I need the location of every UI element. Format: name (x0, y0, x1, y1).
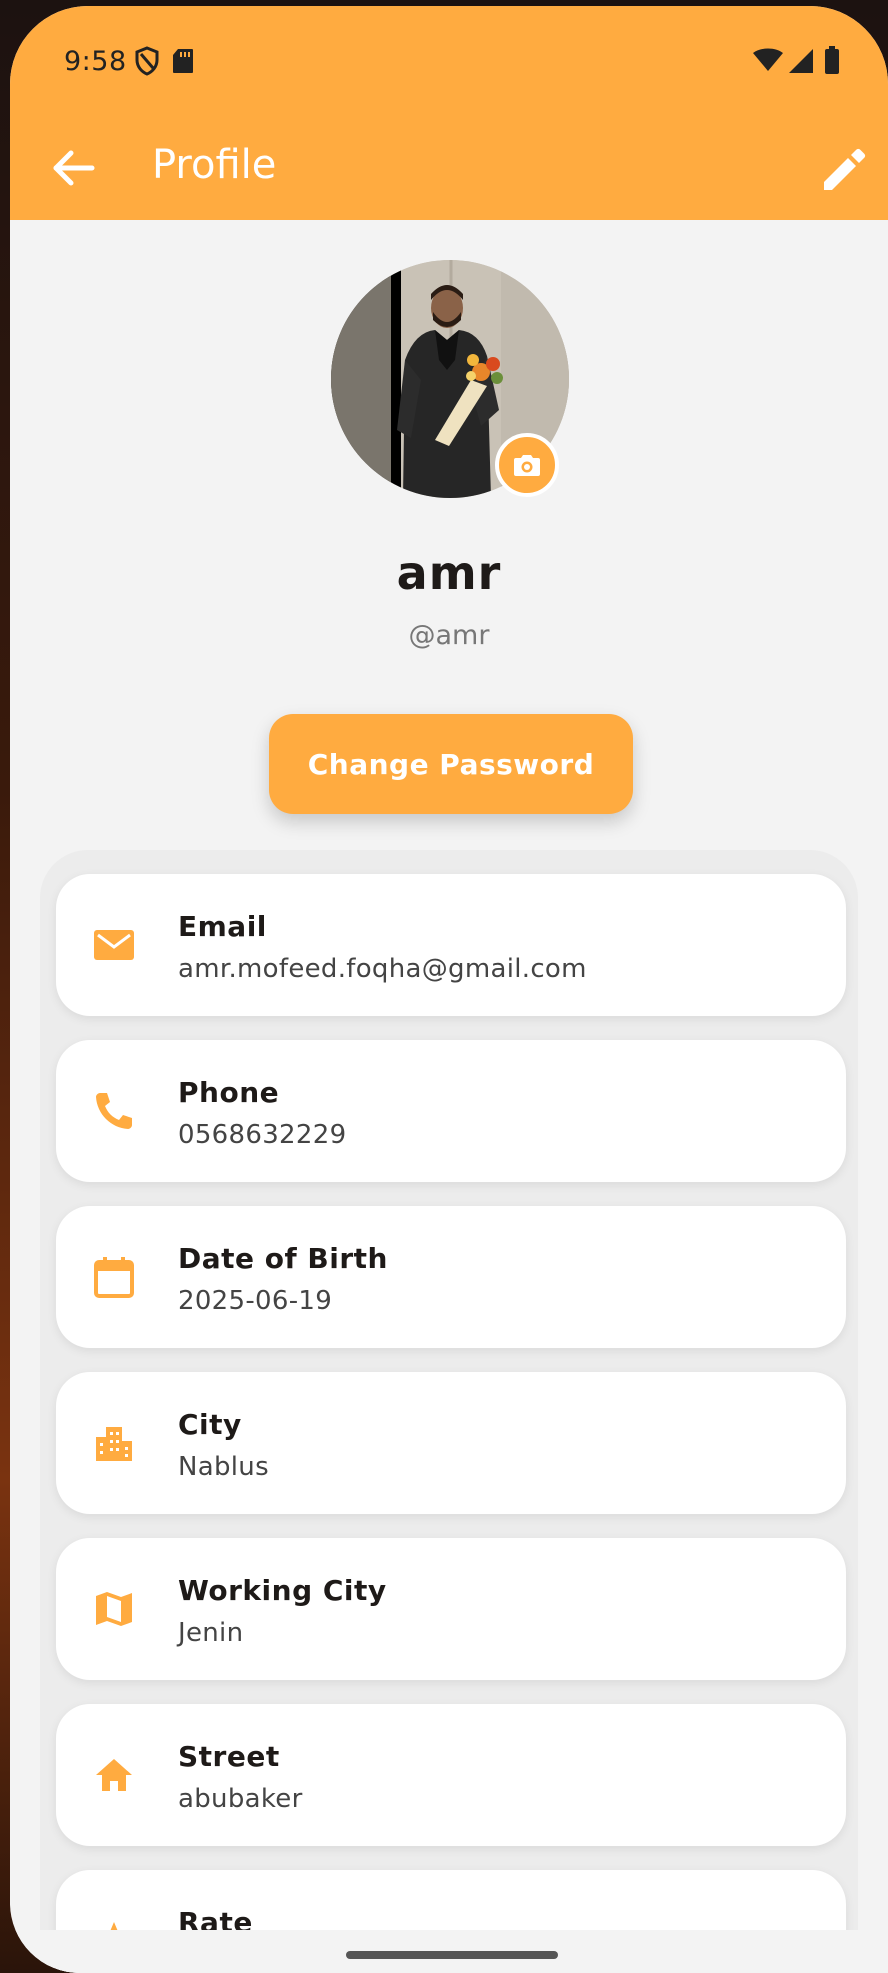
info-card-label: Phone (178, 1076, 280, 1109)
info-card-city[interactable]: City Nablus (56, 1372, 846, 1514)
device-frame: 9:58 Profile amr @amr Change Password Em… (0, 0, 888, 1973)
info-card-value: abubaker (178, 1784, 303, 1814)
edit-pencil-icon[interactable] (816, 142, 872, 198)
info-card-value: Jenin (178, 1618, 244, 1648)
change-photo-button[interactable] (495, 433, 559, 497)
change-password-button[interactable]: Change Password (269, 714, 633, 814)
info-card-value: 2025-06-19 (178, 1286, 333, 1316)
back-arrow-icon[interactable] (44, 138, 104, 198)
home-icon (96, 1759, 132, 1791)
phone-screen: 9:58 Profile amr @amr Change Password Em… (10, 6, 888, 1973)
user-handle: @amr (408, 620, 490, 651)
info-card-phone[interactable]: Phone 0568632229 (56, 1040, 846, 1182)
map-icon (96, 1592, 132, 1626)
city-icon (96, 1427, 132, 1461)
battery-icon (825, 46, 839, 74)
info-card-label: Date of Birth (178, 1242, 388, 1275)
info-card-street[interactable]: Street abubaker (56, 1704, 846, 1846)
phone-icon (96, 1093, 132, 1129)
home-indicator[interactable] (346, 1951, 558, 1959)
info-card-value: amr.mofeed.foqha@gmail.com (178, 954, 587, 984)
status-time: 9:58 (64, 46, 127, 77)
info-card-working-city[interactable]: Working City Jenin (56, 1538, 846, 1680)
calendar-icon (94, 1257, 134, 1298)
info-card-email[interactable]: Email amr.mofeed.foqha@gmail.com (56, 874, 846, 1016)
info-card-label: Working City (178, 1574, 387, 1607)
info-card-label: City (178, 1408, 242, 1441)
shield-icon (135, 46, 159, 76)
info-card-date-of-birth[interactable]: Date of Birth 2025-06-19 (56, 1206, 846, 1348)
sd-card-icon (173, 49, 193, 73)
info-card-label: Email (178, 910, 267, 943)
email-icon (94, 930, 134, 960)
page-title: Profile (152, 142, 277, 188)
user-name: amr (396, 546, 502, 600)
wifi-icon (753, 48, 783, 71)
info-card-label: Street (178, 1740, 280, 1773)
app-bar: 9:58 Profile (10, 6, 888, 220)
info-card-value: 0568632229 (178, 1120, 347, 1150)
camera-icon (514, 455, 540, 476)
cellular-icon (789, 49, 813, 73)
info-card-value: Nablus (178, 1452, 269, 1482)
